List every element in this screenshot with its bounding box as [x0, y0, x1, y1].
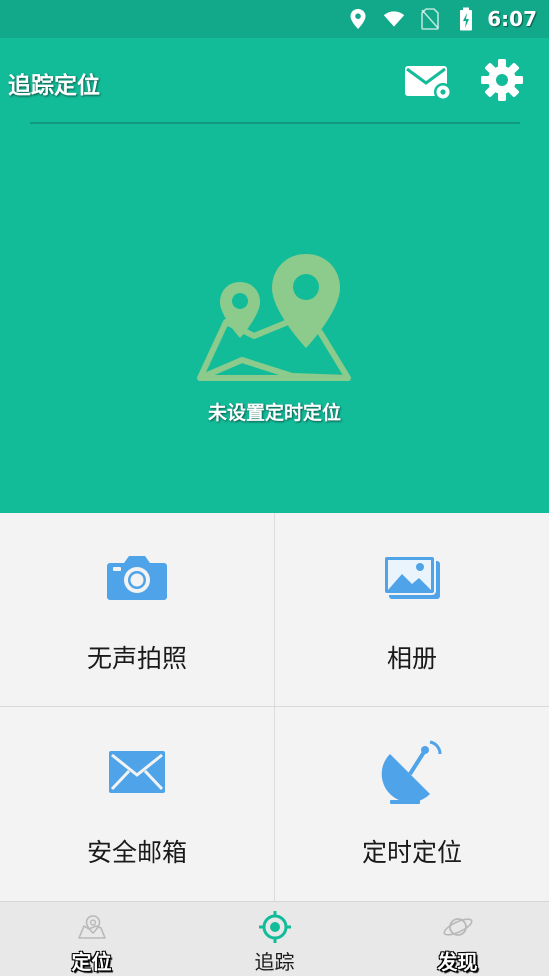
battery-charging-icon	[455, 7, 477, 31]
scheduled-location-tile[interactable]: 定时定位	[275, 707, 549, 901]
grid-divider-vertical	[274, 513, 275, 901]
nav-label: 追踪	[254, 950, 295, 974]
feature-grid: 无声拍照 相册 安全邮箱 定时定位	[0, 513, 549, 901]
tile-label: 定时定位	[361, 838, 462, 867]
nav-label: 发现	[437, 950, 478, 974]
camera-icon	[105, 549, 169, 607]
no-sim-icon	[419, 8, 441, 30]
wifi-icon	[383, 8, 405, 30]
status-bar: 6:07	[0, 0, 549, 38]
mail-settings-button[interactable]	[403, 62, 455, 102]
hero-panel: 未设置定时定位	[0, 124, 549, 513]
tile-label: 无声拍照	[86, 644, 187, 673]
gallery-tile[interactable]: 相册	[275, 513, 549, 707]
mail-settings-icon	[405, 66, 452, 101]
map-pin-outline-icon	[76, 912, 108, 942]
envelope-icon	[105, 743, 169, 801]
status-time: 6:07	[487, 7, 537, 31]
gear-icon	[481, 59, 523, 101]
silent-photo-tile[interactable]: 无声拍照	[0, 513, 274, 707]
schedule-status-text: 未设置定时定位	[207, 402, 341, 424]
grid-divider-horizontal	[0, 706, 549, 707]
nav-tab-discover[interactable]: 发现	[366, 902, 549, 976]
page-title: 追踪定位	[8, 73, 100, 99]
tile-label: 安全邮箱	[86, 838, 187, 867]
tile-label: 相册	[386, 644, 437, 673]
nav-label: 定位	[71, 950, 112, 974]
settings-button[interactable]	[478, 56, 526, 104]
gallery-icon	[380, 549, 444, 607]
nav-tab-locate[interactable]: 定位	[0, 902, 183, 976]
crosshair-icon	[258, 911, 291, 943]
planet-icon	[442, 912, 474, 942]
satellite-dish-icon	[380, 740, 444, 804]
app-bar: 追踪定位	[0, 38, 549, 124]
secure-mailbox-tile[interactable]: 安全邮箱	[0, 707, 274, 901]
map-pins-icon	[196, 252, 354, 384]
location-pin-icon	[347, 8, 369, 30]
bottom-nav: 定位 追踪 发现	[0, 901, 549, 976]
nav-tab-track[interactable]: 追踪	[183, 902, 366, 976]
